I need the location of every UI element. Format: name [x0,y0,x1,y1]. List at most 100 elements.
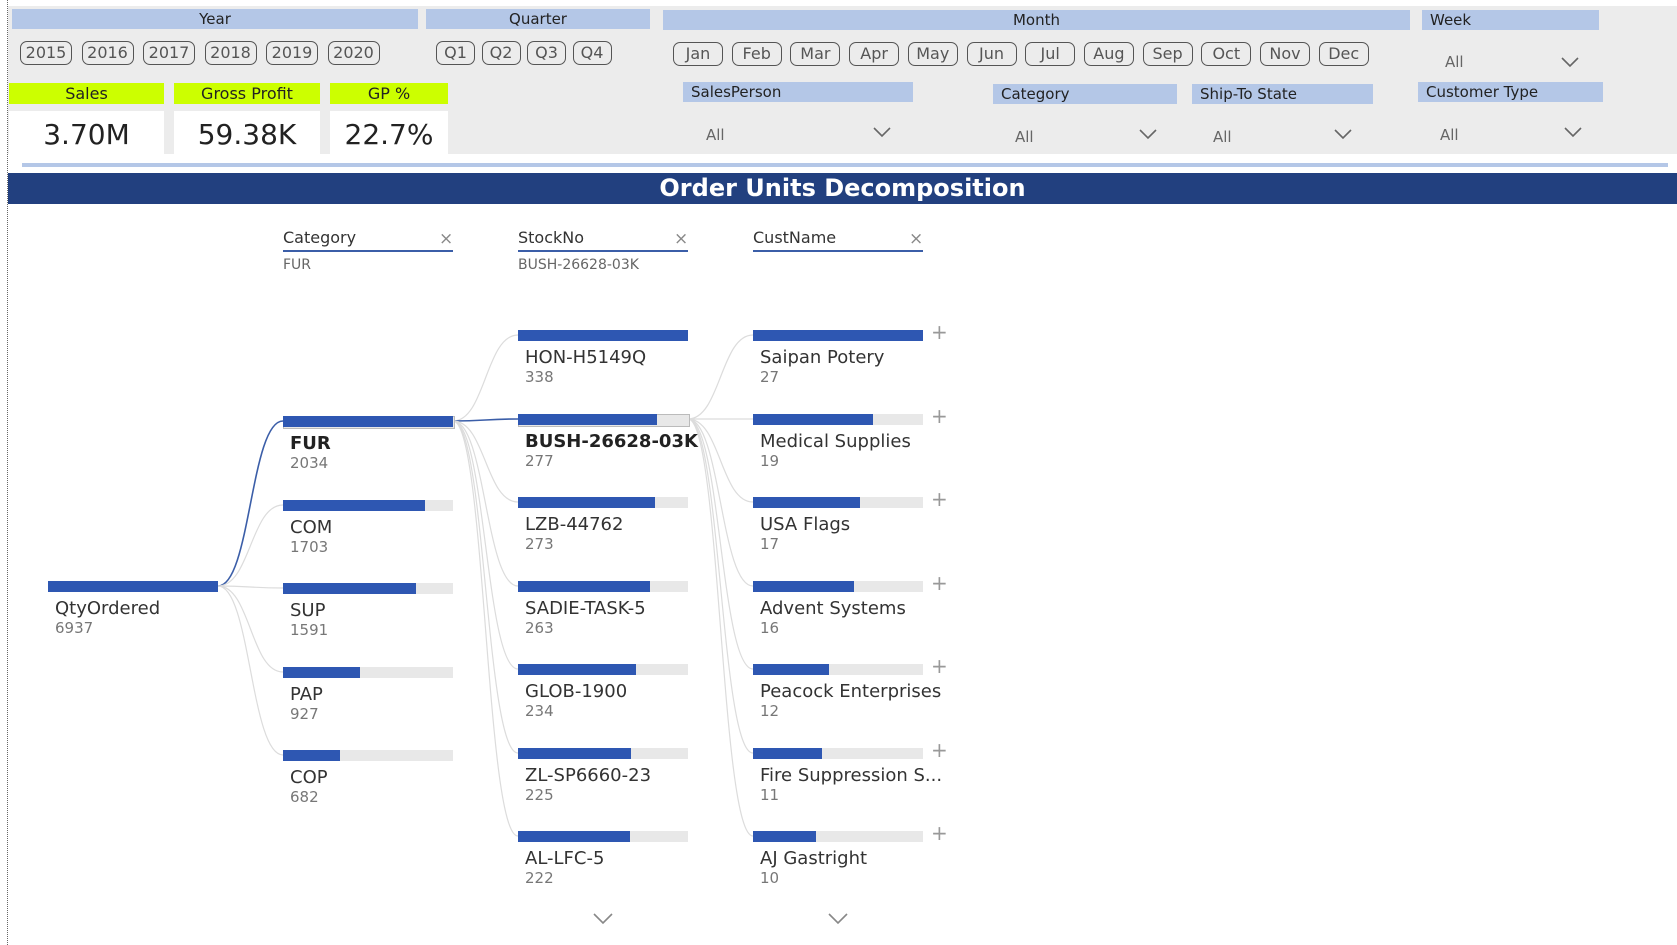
plus-icon[interactable]: + [931,738,948,762]
tree-link [217,585,284,673]
node-sadie-task-5[interactable]: SADIE-TASK-5 263 [518,581,688,637]
node-value: 225 [525,786,554,804]
node-label: Saipan Potery [760,347,885,368]
node-saipan-potery[interactable]: Saipan Potery 27 [753,330,923,386]
close-icon[interactable]: × [439,229,453,249]
node-peacock-enterprises[interactable]: Peacock Enterprises 12 [753,664,941,720]
node-bush-26628-03k[interactable]: BUSH-26628-03K 277 [518,414,698,470]
node-hon-h5149q[interactable]: HON-H5149Q 338 [518,330,688,386]
node-label: LZB-44762 [525,514,624,535]
level-header-category[interactable]: Category [283,228,356,247]
close-icon[interactable]: × [909,229,923,249]
tree-link [217,585,284,589]
node-label: AJ Gastright [760,848,868,869]
tree-link [687,334,754,420]
node-value: 17 [760,535,780,553]
node-lzb-44762[interactable]: LZB-44762 273 [518,497,688,553]
bar-fill [753,414,873,425]
node-cop[interactable]: COP 682 [283,750,453,806]
tree-link [452,420,519,837]
bar-fill [518,581,650,592]
plus-icon[interactable]: + [931,571,948,595]
plus-icon[interactable]: + [931,487,948,511]
tree-link-active [217,420,284,587]
chevron-down-icon[interactable] [592,912,614,925]
bar-fill [283,500,425,511]
node-value: 2034 [290,454,329,472]
tree-link [217,585,284,756]
level-selection: FUR [283,257,312,273]
node-label: USA Flags [760,514,851,535]
level-header-underline [518,250,688,252]
node-value: 12 [760,702,780,720]
node-value: 10 [760,869,780,887]
node-label: SUP [290,600,326,621]
node-value: 222 [525,869,554,887]
node-label: Medical Supplies [760,431,911,452]
node-usa-flags[interactable]: USA Flags 17 [753,497,923,553]
node-label: BUSH-26628-03K [525,431,698,452]
tree-link-active [452,418,519,422]
bar-fill [518,414,657,425]
tree-link [687,418,754,837]
node-glob-1900[interactable]: GLOB-1900 234 [518,664,688,720]
chevron-down-icon[interactable] [827,912,849,925]
plus-icon[interactable]: + [931,404,948,428]
bar-fill [518,497,655,508]
bar-fill [753,831,816,842]
tree-link [452,420,519,587]
node-label: SADIE-TASK-5 [525,598,646,619]
node-value: 682 [290,788,319,806]
node-pap[interactable]: PAP 927 [283,667,453,723]
tree-link [217,504,284,587]
node-label: Advent Systems [760,598,906,619]
tree-link [452,334,519,422]
bar-fill [518,330,688,341]
node-sup[interactable]: SUP 1591 [283,583,453,639]
node-aj-gastright[interactable]: AJ Gastright 10 [753,831,923,887]
node-label: QtyOrdered [55,598,161,619]
node-label: Fire Suppression S... [760,765,943,786]
node-fire-suppression-s[interactable]: Fire Suppression S... 11 [753,748,942,804]
level-header-stockno[interactable]: StockNo [518,228,584,247]
node-value: 27 [760,368,780,386]
node-label: PAP [290,684,323,705]
node-value: 11 [760,786,780,804]
node-com[interactable]: COM 1703 [283,500,453,556]
plus-icon[interactable]: + [931,654,948,678]
node-zl-sp6660-23[interactable]: ZL-SP6660-23 225 [518,748,688,804]
plus-icon[interactable]: + [931,320,948,344]
bar-fill [283,667,360,678]
node-value: 16 [760,619,780,637]
bar-fill [283,583,416,594]
bar-fill [518,748,631,759]
node-value: 1591 [290,621,329,639]
bar-fill [753,581,854,592]
level-selection: BUSH-26628-03K [518,257,639,273]
bar-fill [753,330,923,341]
node-label: COP [290,767,328,788]
node-qtyordered[interactable]: QtyOrdered 6937 [48,581,218,637]
node-value: 273 [525,535,554,553]
node-value: 277 [525,452,554,470]
bar-fill [48,581,218,592]
node-advent-systems[interactable]: Advent Systems 16 [753,581,923,637]
close-icon[interactable]: × [674,229,688,249]
node-value: 19 [760,452,780,470]
bar-fill [283,750,340,761]
plus-icon[interactable]: + [931,821,948,845]
level-header-custname[interactable]: CustName [753,228,836,247]
node-value: 263 [525,619,554,637]
tree-link [687,418,754,754]
node-label: GLOB-1900 [525,681,628,702]
node-fur[interactable]: FUR 2034 [283,416,455,472]
node-al-lfc-5[interactable]: AL-LFC-5 222 [518,831,688,887]
level-header-underline [283,250,453,252]
node-value: 338 [525,368,554,386]
node-medical-supplies[interactable]: Medical Supplies 19 [753,414,923,470]
node-label: FUR [290,433,331,454]
node-value: 234 [525,702,554,720]
tree-link [452,420,519,754]
node-label: COM [290,517,333,538]
node-value: 6937 [55,619,94,637]
